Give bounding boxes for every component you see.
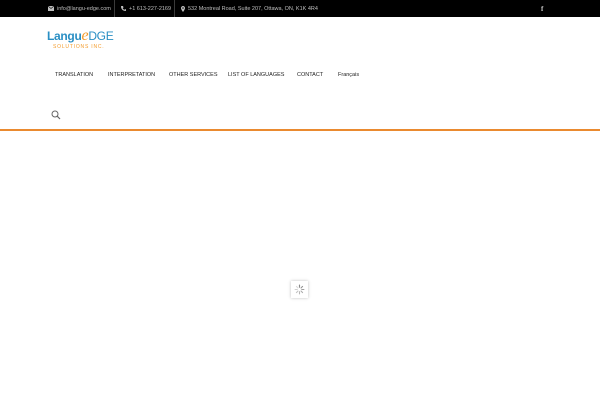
nav-item-francais[interactable]: Français: [338, 69, 359, 81]
nav-item-interpretation[interactable]: INTERPRETATION: [108, 69, 155, 81]
phone-text: +1 613-227-2169: [129, 5, 172, 12]
address-info: 532 Montreal Road, Suite 207, Ottawa, ON…: [181, 0, 318, 17]
phone-icon: [121, 6, 126, 11]
email-text: info@langu-edge.com: [57, 5, 111, 12]
nav-item-list-of-languages[interactable]: LIST OF LANGUAGES: [228, 69, 284, 81]
top-bar: info@langu-edge.com +1 613-227-2169 532 …: [0, 0, 600, 17]
nav-item-translation[interactable]: TRANSLATION: [55, 69, 93, 81]
spinner-icon: [291, 281, 308, 298]
nav-item-contact[interactable]: CONTACT: [297, 69, 323, 81]
email-link[interactable]: info@langu-edge.com: [48, 0, 111, 17]
logo-tagline: SOLUTIONS INC.: [53, 44, 105, 50]
nav-item-other-services[interactable]: OTHER SERVICES: [169, 69, 218, 81]
envelope-icon: [48, 6, 54, 11]
map-marker-icon: [181, 5, 185, 12]
logo-wordmark: LangueDGE: [47, 27, 114, 44]
logo[interactable]: LangueDGE SOLUTIONS INC.: [47, 24, 122, 54]
address-text: 532 Montreal Road, Suite 207, Ottawa, ON…: [188, 5, 318, 12]
topbar-divider: [174, 0, 175, 17]
search-icon[interactable]: [51, 107, 61, 120]
facebook-icon[interactable]: f: [541, 0, 543, 17]
main-nav: TRANSLATION INTERPRETATION OTHER SERVICE…: [0, 69, 600, 81]
topbar-divider: [114, 0, 115, 17]
phone-link[interactable]: +1 613-227-2169: [121, 0, 171, 17]
header-divider: [0, 129, 600, 131]
